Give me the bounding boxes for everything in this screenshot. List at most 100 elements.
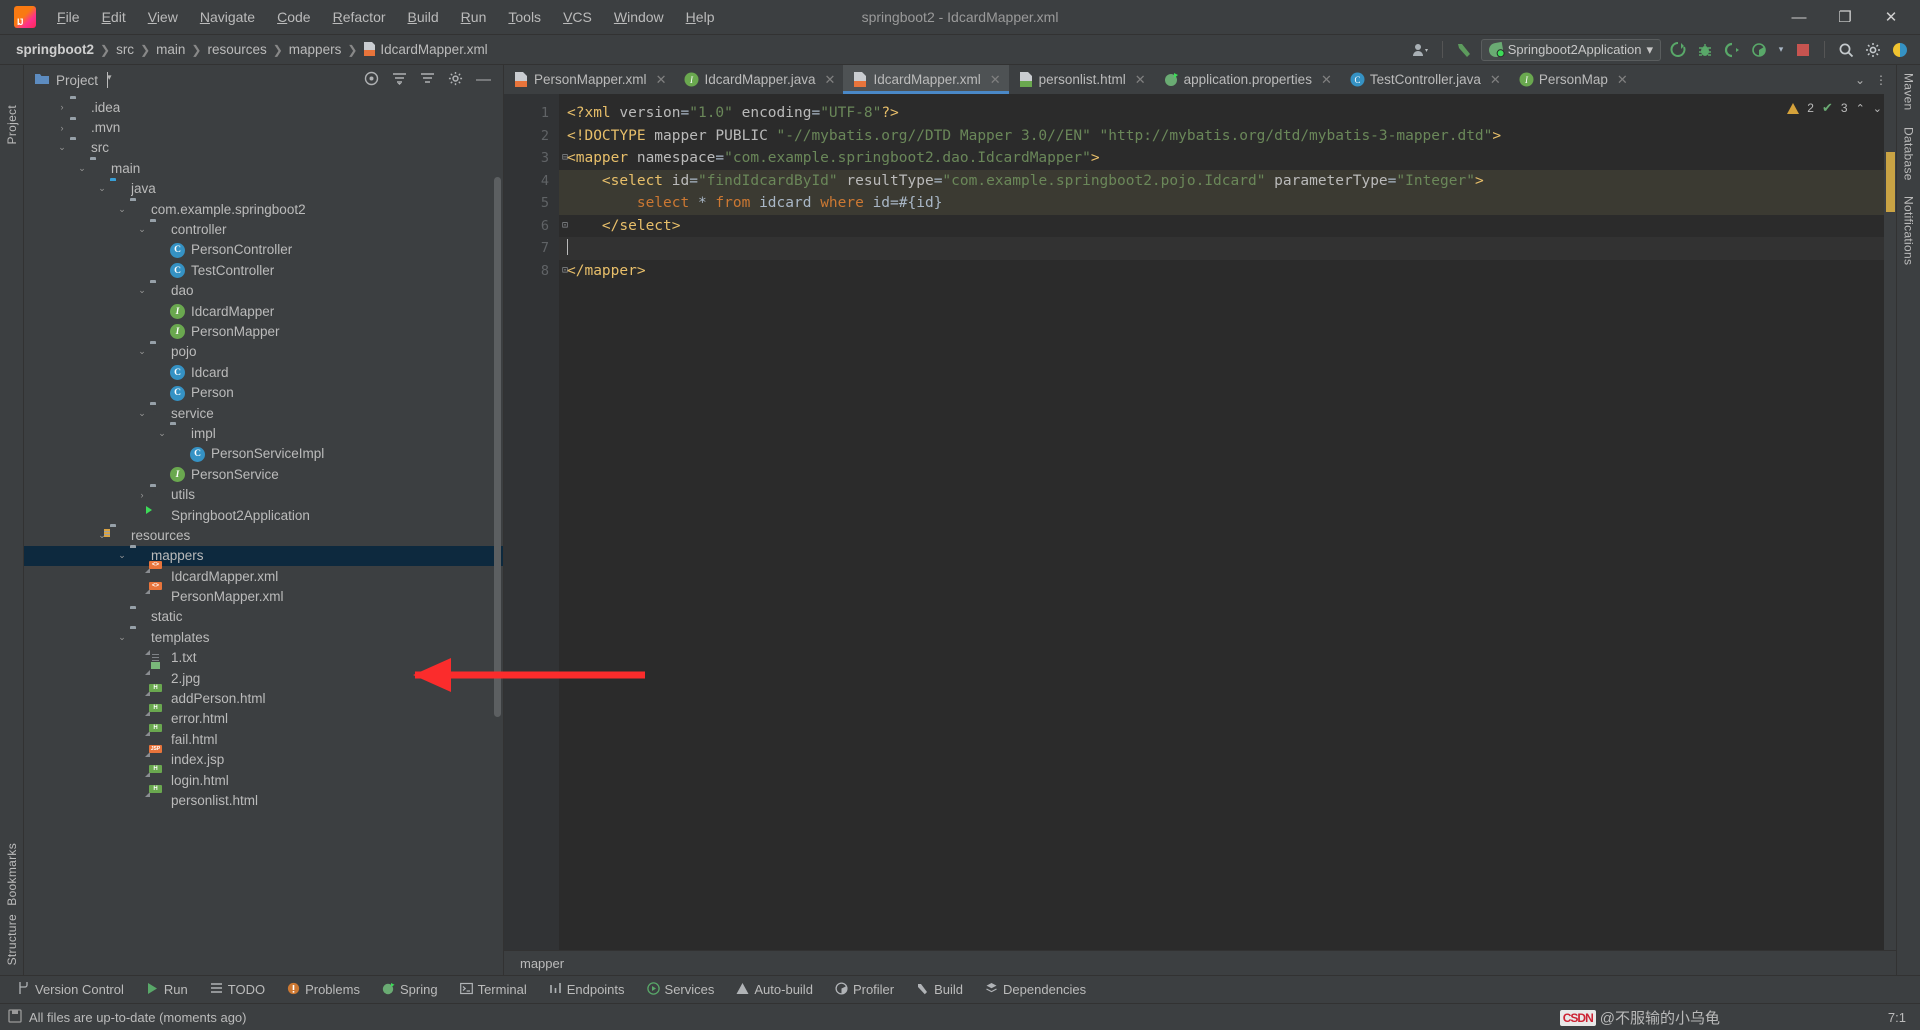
chevron-right-icon[interactable]: › <box>136 490 148 500</box>
menu-item-view[interactable]: View <box>137 6 189 28</box>
menu-item-vcs[interactable]: VCS <box>552 6 603 28</box>
menu-item-refactor[interactable]: Refactor <box>322 6 397 28</box>
menu-item-navigate[interactable]: Navigate <box>189 6 266 28</box>
tree-node-pojo[interactable]: ⌄ pojo <box>24 342 503 362</box>
tree-node--idea[interactable]: › .idea <box>24 97 503 117</box>
tree-node-addperson-html[interactable]: HaddPerson.html <box>24 683 503 708</box>
editor-tab-testcontroller-java[interactable]: C TestController.java ✕ <box>1340 65 1509 94</box>
tool-window-spring[interactable]: Spring <box>371 979 449 1001</box>
project-tree-scrollbar[interactable] <box>494 177 501 717</box>
tool-window-todo[interactable]: TODO <box>199 979 276 1001</box>
select-opened-file-icon[interactable] <box>364 71 379 89</box>
build-hammer-icon[interactable] <box>1454 40 1474 60</box>
close-icon[interactable]: ✕ <box>825 72 836 88</box>
menu-item-run[interactable]: Run <box>450 6 498 28</box>
sidebar-item-bookmarks[interactable]: Bookmarks <box>5 839 19 910</box>
tree-node-idcardmapper[interactable]: I IdcardMapper <box>24 301 503 321</box>
tree-node-idcardmapper-xml[interactable]: <> IdcardMapper.xml <box>24 561 503 586</box>
stop-icon[interactable] <box>1793 40 1813 60</box>
menu-item-build[interactable]: Build <box>397 6 450 28</box>
tree-node-error-html[interactable]: Herror.html <box>24 703 503 729</box>
tool-window-run[interactable]: Run <box>135 979 199 1001</box>
tree-node-src[interactable]: ⌄ src <box>24 138 503 158</box>
run-configuration-selector[interactable]: Springboot2Application ▾ <box>1480 38 1661 61</box>
tree-node-personmapper-xml[interactable]: <> PersonMapper.xml <box>24 581 503 606</box>
caret-position[interactable]: 7:1 <box>1888 1010 1906 1025</box>
code-content[interactable]: <?xml version="1.0" encoding="UTF-8"?> <!… <box>559 94 1884 950</box>
tool-window-services[interactable]: Services <box>636 979 726 1001</box>
editor-tab-personlist-html[interactable]: personlist.html ✕ <box>1009 65 1154 94</box>
project-tree[interactable]: › .idea › .mvn ⌄ src ⌄ main ⌄ java ⌄ com.example.sp… <box>24 95 503 975</box>
tree-node-fail-html[interactable]: Hfail.html <box>24 724 503 749</box>
editor-tab-personmapper-xml[interactable]: PersonMapper.xml ✕ <box>504 65 674 94</box>
next-highlight-icon[interactable]: ⌄ <box>1873 102 1882 115</box>
tool-window-build[interactable]: Build <box>905 979 974 1001</box>
menu-item-code[interactable]: Code <box>266 6 321 28</box>
breadcrumb-segment-2[interactable]: main <box>152 41 189 58</box>
tool-window-dependencies[interactable]: Dependencies <box>974 979 1097 1001</box>
editor-tab-application-properties[interactable]: application.properties ✕ <box>1154 65 1340 94</box>
chevron-down-icon[interactable]: ⌄ <box>116 204 128 215</box>
breadcrumb-segment-3[interactable]: resources <box>203 41 270 58</box>
tool-window-profiler[interactable]: Profiler <box>824 979 905 1001</box>
chevron-down-icon[interactable]: ⌄ <box>56 142 68 153</box>
inspection-widget[interactable]: 2 ✔ 3 ⌃ ⌄ <box>1787 100 1882 116</box>
close-icon[interactable]: ✕ <box>1321 72 1332 88</box>
settings-gear-icon[interactable] <box>448 71 463 89</box>
menu-item-file[interactable]: File <box>46 6 91 28</box>
tree-node-main[interactable]: ⌄ main <box>24 158 503 178</box>
tabs-more-icon[interactable]: ⋮ <box>1875 73 1887 87</box>
chevron-right-icon[interactable]: › <box>56 102 68 112</box>
sidebar-item-notifications[interactable]: Notifications <box>1902 196 1916 265</box>
chevron-down-icon[interactable]: ⌄ <box>136 346 148 357</box>
breadcrumb-segment-5[interactable]: IdcardMapper.xml <box>359 41 491 58</box>
tree-node-person[interactable]: C Person <box>24 382 503 402</box>
sidebar-item-database[interactable]: Database <box>1902 127 1916 181</box>
tree-node-index-jsp[interactable]: JSP index.jsp <box>24 744 503 770</box>
prev-highlight-icon[interactable]: ⌃ <box>1856 102 1865 115</box>
minimize-button[interactable]: — <box>1776 0 1822 34</box>
menu-item-edit[interactable]: Edit <box>91 6 137 28</box>
tree-node-personservice[interactable]: I PersonService <box>24 464 503 484</box>
profiler-icon[interactable] <box>1749 40 1769 60</box>
chevron-down-icon[interactable]: ⌄ <box>116 550 128 561</box>
chevron-down-icon[interactable]: ⌄ <box>76 163 88 174</box>
breadcrumb-segment-1[interactable]: src <box>112 41 138 58</box>
tree-node-1-txt[interactable]: 1.txt <box>24 648 503 668</box>
tree-node-com-example-springboot2[interactable]: ⌄ com.example.springboot2 <box>24 199 503 219</box>
chevron-down-icon[interactable]: ⌄ <box>136 285 148 296</box>
tree-node-personlist-html[interactable]: Hpersonlist.html <box>24 785 503 810</box>
tree-node-2-jpg[interactable]: 2.jpg <box>24 662 503 688</box>
tree-node-resources[interactable]: ⌄ resources <box>24 525 503 545</box>
chevron-down-icon[interactable]: ▾ <box>107 72 112 88</box>
chevron-right-icon[interactable]: › <box>56 123 68 133</box>
tree-node-personcontroller[interactable]: C PersonController <box>24 240 503 260</box>
menu-item-tools[interactable]: Tools <box>497 6 552 28</box>
tree-node-login-html[interactable]: Hlogin.html <box>24 765 503 790</box>
tree-node-static[interactable]: static <box>24 607 503 627</box>
tree-node-utils[interactable]: › utils <box>24 484 503 504</box>
run-with-coverage-icon[interactable] <box>1722 40 1742 60</box>
editor-tab-idcardmapper-xml[interactable]: IdcardMapper.xml ✕ <box>843 65 1009 94</box>
run-icon[interactable] <box>1668 40 1688 60</box>
debug-icon[interactable] <box>1695 40 1715 60</box>
account-icon[interactable] <box>1411 40 1431 60</box>
tool-window-problems[interactable]: Problems <box>276 979 371 1001</box>
chevron-down-icon[interactable]: ⌄ <box>96 183 108 194</box>
editor-breadcrumb[interactable]: mapper <box>504 950 1896 975</box>
breadcrumb-segment-0[interactable]: springboot2 <box>12 41 98 58</box>
expand-all-icon[interactable] <box>392 72 407 89</box>
tree-node-mappers[interactable]: ⌄ mappers <box>24 545 503 566</box>
sidebar-item-maven[interactable]: Maven <box>1902 73 1916 111</box>
sidebar-item-project[interactable]: Project <box>5 101 19 148</box>
menu-item-help[interactable]: Help <box>675 6 726 28</box>
tree-node-idcard[interactable]: C Idcard <box>24 362 503 382</box>
tree-node-personserviceimpl[interactable]: C PersonServiceImpl <box>24 444 503 464</box>
close-icon[interactable]: ✕ <box>656 72 667 88</box>
tree-node-testcontroller[interactable]: C TestController <box>24 260 503 280</box>
editor-tab-personmap[interactable]: I PersonMap ✕ <box>1509 65 1636 94</box>
tree-node-service[interactable]: ⌄ service <box>24 403 503 423</box>
maximize-button[interactable]: ❐ <box>1822 0 1868 34</box>
chevron-down-icon[interactable]: ⌄ <box>156 428 168 439</box>
tree-node-java[interactable]: ⌄ java <box>24 179 503 199</box>
